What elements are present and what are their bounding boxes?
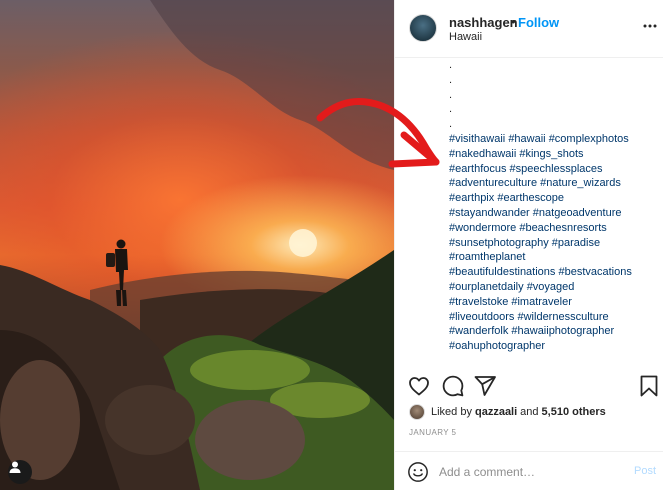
hashtag-link[interactable]: #wildernessculture: [518, 311, 609, 323]
hashtag-link[interactable]: #earthfocus: [449, 163, 506, 175]
comment-input[interactable]: [439, 461, 619, 483]
likes-count-link[interactable]: 5,510 others: [542, 406, 606, 418]
likes-summary: Liked by qazzaali and 5,510 others: [409, 403, 606, 421]
more-horizontal-icon[interactable]: [642, 18, 658, 34]
hashtag-link[interactable]: #earthescope: [497, 192, 564, 204]
bullet-line: .: [449, 73, 453, 86]
likes-prefix: Liked by: [431, 406, 472, 418]
separator-dot: •: [511, 14, 516, 29]
hashtag-link[interactable]: #paradise: [552, 237, 600, 249]
bullet-line: .: [449, 88, 453, 101]
post-photo[interactable]: [0, 0, 394, 490]
hashtag-line: #stayandwander #natgeoadventure: [449, 206, 661, 221]
send-icon[interactable]: [473, 374, 497, 398]
caption-text: . . . . . #visithawaii #hawaii #complexp…: [449, 58, 661, 358]
hashtag-line: #earthfocus #speechlessplaces: [449, 162, 661, 177]
hashtag-link[interactable]: #hawaiiphotographer: [511, 325, 614, 337]
hashtag-link[interactable]: #beachesnresorts: [519, 222, 606, 234]
bullet-line: .: [449, 59, 453, 71]
post-details-panel: nashhagen • Follow Hawaii . . . . . #vis…: [394, 0, 663, 490]
sunset-scene: [0, 0, 394, 490]
hashtag-link[interactable]: #wanderfolk: [449, 325, 508, 337]
heart-icon[interactable]: [407, 374, 431, 398]
hashtag-list: #visithawaii #hawaii #complexphotos #nake…: [449, 132, 661, 354]
profile-avatar[interactable]: [409, 14, 437, 42]
hashtag-link[interactable]: #kings_shots: [519, 148, 583, 160]
post-header: nashhagen • Follow Hawaii: [395, 0, 663, 58]
hashtag-link[interactable]: #stayandwander: [449, 207, 530, 219]
hashtag-link[interactable]: #roamtheplanet: [449, 251, 525, 263]
hashtag-link[interactable]: #ourplanetdaily: [449, 281, 524, 293]
hashtag-link[interactable]: #visithawaii: [449, 133, 505, 145]
hashtag-link[interactable]: #adventureculture: [449, 177, 537, 189]
hashtag-line: #ourplanetdaily #voyaged: [449, 280, 661, 295]
action-bar: [395, 372, 663, 400]
smiley-icon[interactable]: [407, 461, 429, 483]
username-link[interactable]: nashhagen: [449, 15, 518, 30]
likes-joiner: and: [520, 406, 539, 418]
hashtag-line: #liveoutdoors #wildernessculture: [449, 310, 661, 325]
hashtag-link[interactable]: #speechlessplaces: [510, 163, 603, 175]
hashtag-link[interactable]: #oahuphotographer: [449, 340, 545, 352]
hashtag-link[interactable]: #travelstoke: [449, 296, 508, 308]
hashtag-line: #nakedhawaii #kings_shots: [449, 147, 661, 162]
user-glyph: [9, 461, 21, 473]
hashtag-line: #beautifuldestinations #bestvacations: [449, 265, 661, 280]
bookmark-icon[interactable]: [637, 374, 661, 398]
hashtag-line: #visithawaii #hawaii #complexphotos: [449, 132, 661, 147]
hashtag-link[interactable]: #voyaged: [527, 281, 575, 293]
hashtag-link[interactable]: #nakedhawaii: [449, 148, 516, 160]
hashtag-line: #wondermore #beachesnresorts: [449, 221, 661, 236]
liker-username[interactable]: qazzaali: [475, 406, 517, 418]
hashtag-line: #wanderfolk #hawaiiphotographer: [449, 324, 661, 339]
bullet-line: .: [449, 118, 453, 131]
user-icon[interactable]: [8, 460, 32, 484]
bullet-line: .: [449, 103, 453, 116]
hashtag-line: #earthpix #earthescope: [449, 191, 661, 206]
hashtag-line: #travelstoke #imatraveler: [449, 295, 661, 310]
hashtag-line: #oahuphotographer: [449, 339, 661, 354]
caption-bullets: . . . . .: [449, 58, 661, 132]
hashtag-line: #sunsetphotography #paradise: [449, 236, 661, 251]
post-comment-button[interactable]: Post: [634, 465, 656, 477]
comment-bar: Post: [395, 451, 663, 490]
hashtag-link[interactable]: #sunsetphotography: [449, 237, 549, 249]
hashtag-link[interactable]: #hawaii: [508, 133, 545, 145]
hashtag-link[interactable]: #wondermore: [449, 222, 516, 234]
hashtag-link[interactable]: #liveoutdoors: [449, 311, 514, 323]
comment-icon[interactable]: [441, 374, 465, 398]
location-link[interactable]: Hawaii: [449, 31, 482, 43]
hashtag-link[interactable]: #bestvacations: [558, 266, 631, 278]
hashtag-link[interactable]: #beautifuldestinations: [449, 266, 555, 278]
hashtag-link[interactable]: #earthpix: [449, 192, 494, 204]
follow-button[interactable]: Follow: [518, 15, 559, 30]
post-date[interactable]: JANUARY 5: [409, 428, 456, 437]
hashtag-line: #adventureculture #nature_wizards: [449, 176, 661, 191]
hashtag-link[interactable]: #imatraveler: [511, 296, 572, 308]
liker-avatar[interactable]: [409, 404, 425, 420]
hashtag-link[interactable]: #nature_wizards: [540, 177, 621, 189]
hashtag-link[interactable]: #natgeoadventure: [533, 207, 622, 219]
hashtag-link[interactable]: #complexphotos: [549, 133, 629, 145]
hashtag-line: #roamtheplanet: [449, 250, 661, 265]
